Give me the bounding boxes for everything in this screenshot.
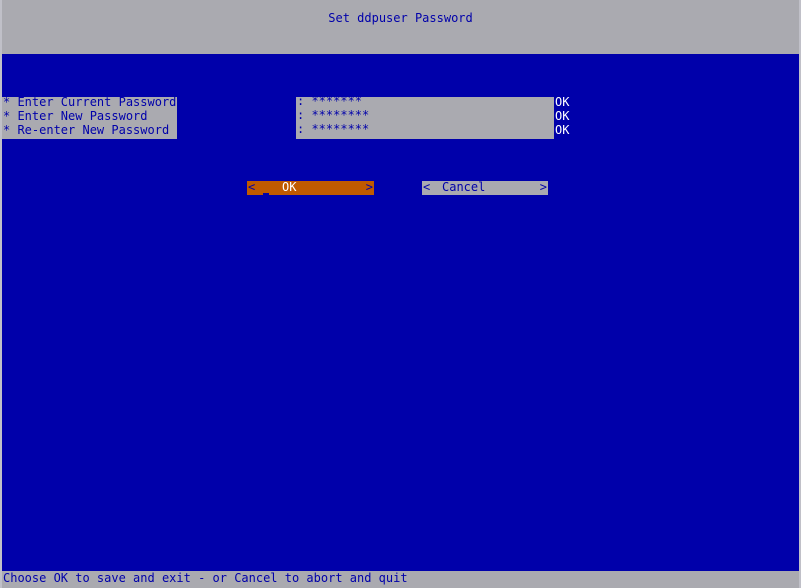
cancel-button[interactable]: < Cancel > (422, 181, 548, 195)
current-password-field[interactable]: : ******* (297, 94, 553, 108)
ok-left-bracket: < (248, 181, 256, 194)
help-text: Choose OK to save and exit - or Cancel t… (3, 571, 408, 585)
cancel-button-label: Cancel (442, 181, 486, 194)
field-labels-panel: * Enter Current Password * Enter New Pas… (2, 95, 177, 139)
ok-button[interactable]: < OK > (247, 181, 374, 195)
cancel-left-bracket: < (423, 181, 431, 194)
ok-right-bracket: > (365, 181, 373, 194)
reenter-password-field[interactable]: : ******** (297, 122, 553, 136)
new-password-status: OK (555, 109, 570, 123)
title-bar: Set ddpuser Password (2, 0, 799, 54)
ok-button-label: OK (282, 181, 297, 194)
field-values-panel: : ******* : ******** : ******** (296, 94, 554, 139)
terminal-screen: Set ddpuser Password * Enter Current Pas… (2, 0, 799, 588)
dialog-title: Set ddpuser Password (328, 11, 473, 25)
reenter-password-status: OK (555, 123, 570, 137)
help-bar: Choose OK to save and exit - or Cancel t… (2, 571, 799, 588)
new-password-field[interactable]: : ******** (297, 108, 553, 122)
reenter-password-label: * Re-enter New Password (3, 123, 170, 137)
cancel-right-bracket: > (539, 181, 547, 194)
text-cursor (263, 193, 269, 195)
current-password-label: * Enter Current Password (3, 95, 177, 109)
new-password-label: * Enter New Password (3, 109, 148, 123)
current-password-status: OK (555, 95, 570, 109)
